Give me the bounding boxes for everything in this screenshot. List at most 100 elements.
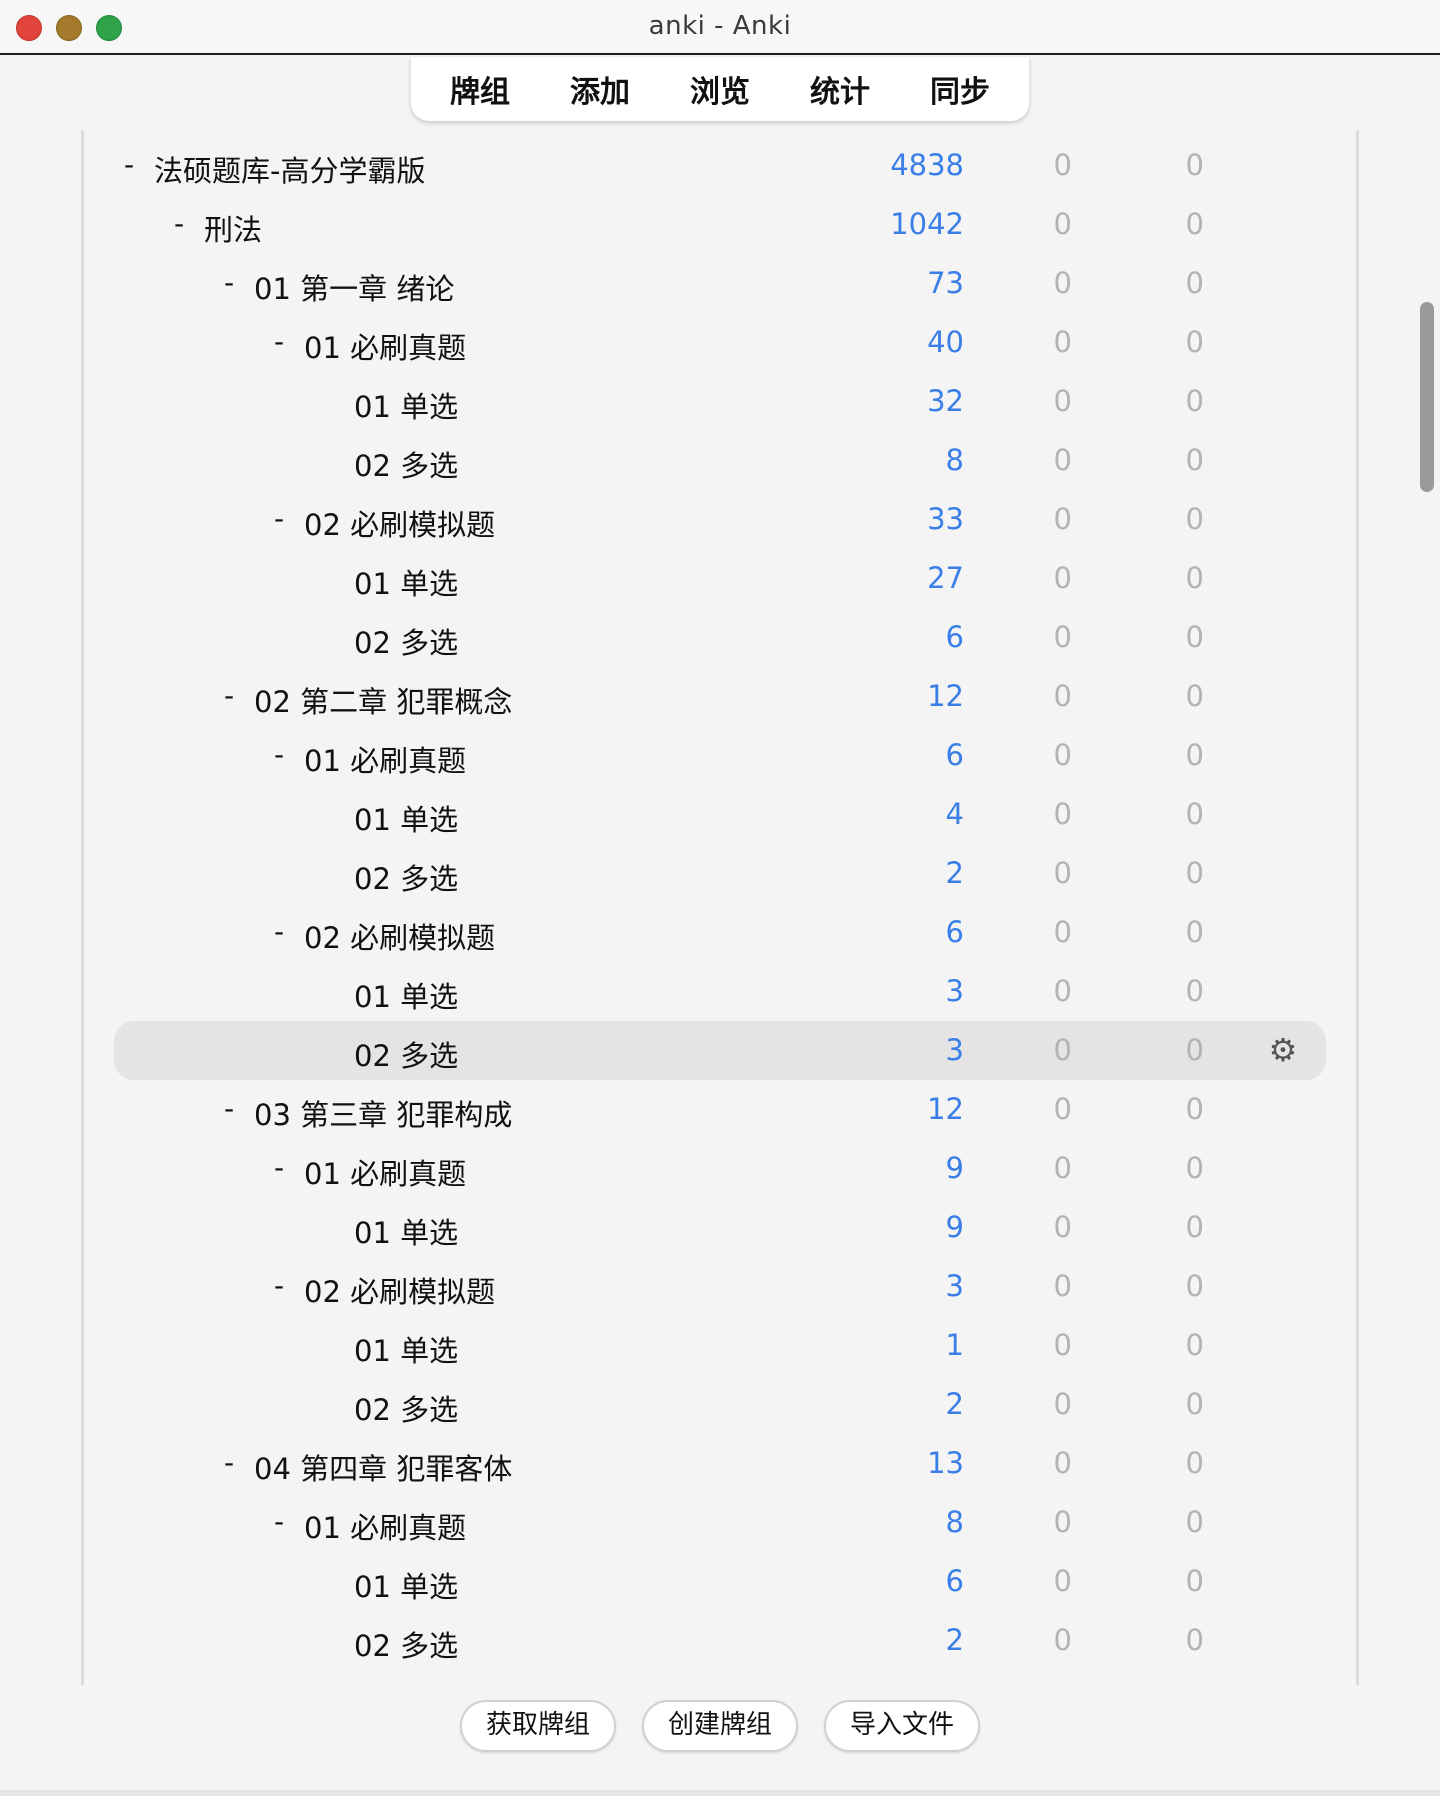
deck-name[interactable]: 04 第四章 犯罪客体 (254, 1446, 512, 1488)
deck-name[interactable]: 02 多选 (354, 620, 458, 662)
deck-row[interactable]: -01 必刷真题 40 0 0 (114, 313, 1326, 372)
deck-row[interactable]: -01 第一章 绪论 73 0 0 (114, 254, 1326, 313)
title-bar: anki - Anki (0, 0, 1440, 55)
toolbar-browse[interactable]: 浏览 (660, 67, 780, 111)
deck-row[interactable]: -02 第二章 犯罪概念 12 0 0 (114, 667, 1326, 726)
review-count: 0 (1185, 1269, 1204, 1303)
deck-row[interactable]: 01 单选 4 0 0 (114, 785, 1326, 844)
learn-count: 0 (1053, 1623, 1072, 1657)
collapse-toggle[interactable]: - (224, 1446, 234, 1479)
deck-row[interactable]: 01 单选 6 0 0 (114, 1552, 1326, 1611)
new-count: 2 (945, 1623, 964, 1657)
vertical-scrollbar[interactable] (1420, 302, 1434, 492)
new-count: 73 (927, 266, 964, 300)
review-count: 0 (1185, 1387, 1204, 1421)
learn-count: 0 (1053, 1446, 1072, 1480)
review-count: 0 (1185, 1505, 1204, 1539)
deck-row[interactable]: 02 多选 2 0 0 (114, 844, 1326, 903)
review-count: 0 (1185, 266, 1204, 300)
toolbar-stats[interactable]: 统计 (780, 67, 900, 111)
deck-row[interactable]: 01 单选 1 0 0 (114, 1316, 1326, 1375)
deck-name[interactable]: 01 单选 (354, 797, 458, 839)
deck-name[interactable]: 03 第三章 犯罪构成 (254, 1092, 512, 1134)
learn-count: 0 (1053, 738, 1072, 772)
get-shared-decks-button[interactable]: 获取牌组 (459, 1700, 616, 1752)
deck-row[interactable]: 02 多选 2 0 0 (114, 1375, 1326, 1434)
deck-row[interactable]: -01 必刷真题 6 0 0 (114, 726, 1326, 785)
review-count: 0 (1185, 1446, 1204, 1480)
deck-row[interactable]: 02 多选 8 0 0 (114, 431, 1326, 490)
deck-name[interactable]: 01 单选 (354, 974, 458, 1016)
collapse-toggle[interactable]: - (224, 1092, 234, 1125)
deck-name[interactable]: 01 单选 (354, 1328, 458, 1370)
create-deck-button[interactable]: 创建牌组 (641, 1700, 798, 1752)
review-count: 0 (1185, 797, 1204, 831)
collapse-toggle[interactable]: - (224, 266, 234, 299)
collapse-toggle[interactable]: - (274, 1269, 284, 1302)
deck-name[interactable]: 01 必刷真题 (304, 1151, 466, 1193)
deck-row[interactable]: 02 多选 3 0 0 ⚙ (114, 1021, 1326, 1080)
deck-name[interactable]: 01 单选 (354, 1210, 458, 1252)
review-count: 0 (1185, 384, 1204, 418)
deck-name[interactable]: 02 多选 (354, 443, 458, 485)
deck-row[interactable]: 02 多选 6 0 0 (114, 608, 1326, 667)
deck-name[interactable]: 02 多选 (354, 1387, 458, 1429)
deck-name[interactable]: 01 必刷真题 (304, 1505, 466, 1547)
deck-row[interactable]: 02 多选 2 0 0 (114, 1611, 1326, 1670)
toolbar-add[interactable]: 添加 (540, 67, 660, 111)
deck-name[interactable]: 02 必刷模拟题 (304, 915, 495, 957)
deck-name[interactable]: 01 单选 (354, 384, 458, 426)
deck-name[interactable]: 刑法 (204, 207, 262, 249)
deck-name[interactable]: 01 必刷真题 (304, 325, 466, 367)
new-count: 9 (945, 1210, 964, 1244)
deck-row[interactable]: -01 必刷真题 8 0 0 (114, 1493, 1326, 1552)
deck-row[interactable]: 01 单选 3 0 0 (114, 962, 1326, 1021)
review-count: 0 (1185, 856, 1204, 890)
deck-name[interactable]: 01 单选 (354, 1564, 458, 1606)
collapse-toggle[interactable]: - (274, 1505, 284, 1538)
collapse-toggle[interactable]: - (274, 502, 284, 535)
new-count: 3 (945, 1269, 964, 1303)
deck-row[interactable]: -04 第四章 犯罪客体 13 0 0 (114, 1434, 1326, 1493)
collapse-toggle[interactable]: - (274, 1151, 284, 1184)
window-title: anki - Anki (648, 11, 792, 41)
learn-count: 0 (1053, 561, 1072, 595)
deck-name[interactable]: 01 必刷真题 (304, 738, 466, 780)
review-count: 0 (1185, 915, 1204, 949)
collapse-toggle[interactable]: - (224, 679, 234, 712)
deck-name[interactable]: 02 第二章 犯罪概念 (254, 679, 512, 721)
learn-count: 0 (1053, 856, 1072, 890)
deck-name[interactable]: 02 多选 (354, 1033, 458, 1075)
deck-row[interactable]: -03 第三章 犯罪构成 12 0 0 (114, 1080, 1326, 1139)
collapse-toggle[interactable]: - (274, 325, 284, 358)
deck-name[interactable]: 02 必刷模拟题 (304, 502, 495, 544)
deck-name[interactable]: 02 多选 (354, 1623, 458, 1665)
deck-row[interactable]: -01 必刷真题 9 0 0 (114, 1139, 1326, 1198)
import-file-button[interactable]: 导入文件 (824, 1700, 981, 1752)
deck-row[interactable]: 01 单选 9 0 0 (114, 1198, 1326, 1257)
learn-count: 0 (1053, 974, 1072, 1008)
collapse-toggle[interactable]: - (124, 148, 134, 181)
deck-row[interactable]: 01 单选 27 0 0 (114, 549, 1326, 608)
deck-name[interactable]: 01 单选 (354, 561, 458, 603)
deck-row[interactable]: 01 单选 32 0 0 (114, 372, 1326, 431)
collapse-toggle[interactable]: - (274, 738, 284, 771)
toolbar-sync[interactable]: 同步 (900, 67, 1020, 111)
deck-row[interactable]: - 法硕题库-高分学霸版 4838 0 0 (114, 136, 1326, 195)
deck-name[interactable]: 法硕题库-高分学霸版 (154, 148, 425, 190)
deck-name[interactable]: 02 多选 (354, 856, 458, 898)
deck-name[interactable]: 02 必刷模拟题 (304, 1269, 495, 1311)
gear-icon[interactable]: ⚙ (1268, 1034, 1298, 1066)
deck-row[interactable]: -02 必刷模拟题 3 0 0 (114, 1257, 1326, 1316)
review-count: 0 (1185, 1092, 1204, 1126)
toolbar-decks[interactable]: 牌组 (420, 67, 540, 111)
learn-count: 0 (1053, 502, 1072, 536)
review-count: 0 (1185, 207, 1204, 241)
deck-row[interactable]: -02 必刷模拟题 6 0 0 (114, 903, 1326, 962)
collapse-toggle[interactable]: - (174, 207, 184, 240)
deck-name[interactable]: 01 第一章 绪论 (254, 266, 454, 308)
deck-row[interactable]: - 刑法 1042 0 0 (114, 195, 1326, 254)
new-count: 6 (945, 738, 964, 772)
deck-row[interactable]: -02 必刷模拟题 33 0 0 (114, 490, 1326, 549)
collapse-toggle[interactable]: - (274, 915, 284, 948)
